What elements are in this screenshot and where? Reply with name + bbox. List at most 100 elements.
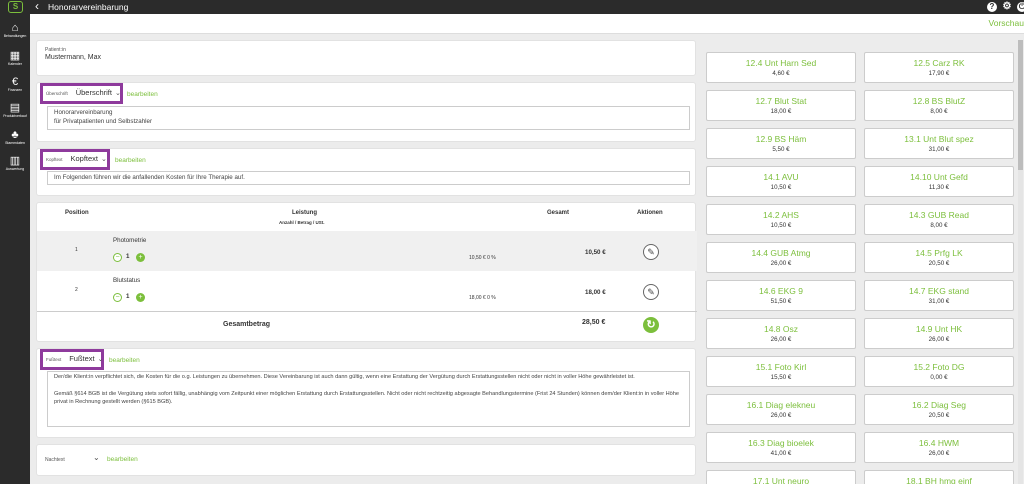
service-tile-name: 16.3 Diag bioelek <box>748 438 814 448</box>
sub-toolbar: Vorschau <box>30 14 1024 34</box>
chevron-down-icon[interactable]: ⌄ <box>93 453 100 462</box>
service-tile[interactable]: 14.1 AVU 10,50 € <box>706 166 856 197</box>
service-tile-price: 51,50 € <box>770 298 792 305</box>
service-tile-name: 18.1 BH hmg einf <box>906 476 972 484</box>
table-row: 2 Blutstatus − 1 + 18,00 € 0 % 18,00 € ✎ <box>37 271 697 311</box>
app-logo[interactable]: S <box>8 1 23 13</box>
service-tile-price: 41,00 € <box>770 450 792 457</box>
row-service-name: Photometrie <box>113 237 147 244</box>
service-tile[interactable]: 14.3 GUB Read 8,00 € <box>864 204 1014 235</box>
scrollbar[interactable] <box>1018 40 1023 484</box>
edit-icon[interactable]: ✎ <box>643 284 659 300</box>
chevron-left-icon[interactable]: ‹ <box>35 0 39 13</box>
service-tile-price: 8,00 € <box>930 108 948 115</box>
sidebar-item-behandlungen[interactable]: ⌂ Behandlungen <box>0 22 30 39</box>
top-bar: S ‹ Honorarvereinbarung ? ⚙ ⏻ <box>0 0 1024 14</box>
service-tile-price: 20,50 € <box>928 260 950 267</box>
row-service-name: Blutstatus <box>113 277 141 284</box>
positions-table: Position Leistung Anzahl / Betrag / USt.… <box>36 202 697 342</box>
col-position: Position <box>65 210 89 216</box>
service-tile[interactable]: 16.2 Diag Seg 20,50 € <box>864 394 1014 425</box>
sidebar-item-finanzen[interactable]: € Finanzen <box>0 76 30 93</box>
calendar-icon: ▦ <box>9 50 21 62</box>
divider <box>37 311 697 312</box>
service-tile[interactable]: 12.8 BS BlutZ 8,00 € <box>864 90 1014 121</box>
service-tile[interactable]: 15.1 Foto Kirl 15,50 € <box>706 356 856 387</box>
service-tile[interactable]: 17.1 Unt neuro <box>706 470 856 484</box>
service-tile[interactable]: 12.5 Carz RK 17,90 € <box>864 52 1014 83</box>
service-tile[interactable]: 16.4 HWM 26,00 € <box>864 432 1014 463</box>
service-tile-name: 12.8 BS BlutZ <box>912 96 966 106</box>
service-tile-price: 26,00 € <box>928 336 950 343</box>
help-icon[interactable]: ? <box>987 2 997 12</box>
sidebar-item-auswertung[interactable]: ▥ Auswertung <box>0 155 30 172</box>
service-tile-name: 12.4 Unt Harn Sed <box>745 58 817 68</box>
service-tile[interactable]: 14.6 EKG 9 51,50 € <box>706 280 856 311</box>
service-tile-price: 17,90 € <box>928 70 950 77</box>
service-tile-name: 14.6 EKG 9 <box>759 286 803 296</box>
edit-icon[interactable]: ✎ <box>643 244 659 260</box>
service-tile[interactable]: 15.2 Foto DG 0,00 € <box>864 356 1014 387</box>
sidebar-item-kalender[interactable]: ▦ Kalender <box>0 50 30 67</box>
header-text-edit-link[interactable]: bearbeiten <box>115 157 146 164</box>
home-icon: ⌂ <box>11 22 19 34</box>
service-tile[interactable]: 14.7 EKG stand 31,00 € <box>864 280 1014 311</box>
reset-icon[interactable]: ↻ <box>643 317 659 333</box>
plus-icon[interactable]: + <box>136 293 145 302</box>
service-tile-price: 10,50 € <box>770 222 792 229</box>
power-icon[interactable]: ⏻ <box>1017 2 1024 12</box>
trash-icon[interactable]: − <box>113 253 122 262</box>
service-tile-name: 15.1 Foto Kirl <box>755 362 807 372</box>
service-tile-price: 8,00 € <box>930 222 948 229</box>
heading-edit-link[interactable]: bearbeiten <box>127 91 158 98</box>
service-tile-name: 14.4 GUB Atmg <box>751 248 811 258</box>
heading-select[interactable]: Überschrift Überschrift ⌄ <box>40 83 123 104</box>
service-tile[interactable]: 12.4 Unt Harn Sed 4,60 € <box>706 52 856 83</box>
service-tile[interactable]: 14.5 Prfg LK 20,50 € <box>864 242 1014 273</box>
heading-card: Überschrift Überschrift ⌄ bearbeiten Hon… <box>36 82 696 142</box>
plus-icon[interactable]: + <box>136 253 145 262</box>
service-tile[interactable]: 14.9 Unt HK 26,00 € <box>864 318 1014 349</box>
chevron-down-icon: ⌄ <box>114 90 121 97</box>
service-tile[interactable]: 16.1 Diag elekneu 26,00 € <box>706 394 856 425</box>
service-tile-name: 14.10 Unt Gefd <box>910 172 968 182</box>
service-tile-name: 14.5 Prfg LK <box>915 248 963 258</box>
service-tile[interactable]: 14.4 GUB Atmg 26,00 € <box>706 242 856 273</box>
service-tile[interactable]: 16.3 Diag bioelek 41,00 € <box>706 432 856 463</box>
service-tile-name: 14.9 Unt HK <box>915 324 963 334</box>
sitemap-icon: ♣ <box>11 129 19 141</box>
service-tile-name: 14.8 Osz <box>763 324 799 334</box>
service-tile-price: 11,30 € <box>928 184 950 191</box>
service-tile-name: 12.9 BS Häm <box>755 134 807 144</box>
service-tile-name: 14.7 EKG stand <box>908 286 969 296</box>
service-tile-price: 10,50 € <box>770 184 792 191</box>
service-tile[interactable]: 13.1 Unt Blut spez 31,00 € <box>864 128 1014 159</box>
row-qty: 1 <box>126 253 130 260</box>
service-tile[interactable]: 18.1 BH hmg einf <box>864 470 1014 484</box>
row-total: 18,00 € <box>585 289 606 296</box>
service-tile-price: 31,00 € <box>928 298 950 305</box>
post-text-edit-link[interactable]: bearbeiten <box>107 456 138 463</box>
sum-label: Gesamtbetrag <box>223 321 271 328</box>
footer-text-card: Fußtext Fußtext ⌄ bearbeiten Der/die Kli… <box>36 348 696 438</box>
footer-text-edit-link[interactable]: bearbeiten <box>109 357 140 364</box>
service-tile-price: 26,00 € <box>928 450 950 457</box>
service-tile[interactable]: 14.10 Unt Gefd 11,30 € <box>864 166 1014 197</box>
sidebar-item-produktverkauf[interactable]: ▤ Produktverkauf <box>0 102 30 119</box>
service-tile[interactable]: 14.8 Osz 26,00 € <box>706 318 856 349</box>
sidebar-item-stammdaten[interactable]: ♣ Stammdaten <box>0 129 30 146</box>
service-tile[interactable]: 12.9 BS Häm 5,50 € <box>706 128 856 159</box>
service-tile-name: 17.1 Unt neuro <box>752 476 810 484</box>
footer-text-select[interactable]: Fußtext Fußtext ⌄ <box>40 349 104 370</box>
gear-icon[interactable]: ⚙ <box>1002 2 1012 12</box>
preview-button[interactable]: Vorschau <box>989 18 1024 28</box>
service-tile[interactable]: 14.2 AHS 10,50 € <box>706 204 856 235</box>
service-tile-price: 26,00 € <box>770 336 792 343</box>
trash-icon[interactable]: − <box>113 293 122 302</box>
scrollbar-thumb[interactable] <box>1018 40 1023 170</box>
service-tile[interactable]: 12.7 Blut Stat 18,00 € <box>706 90 856 121</box>
service-tile-name: 13.1 Unt Blut spez <box>904 134 974 144</box>
header-text-select[interactable]: Kopftext Kopftext ⌄ <box>40 149 110 170</box>
service-tile-name: 15.2 Foto DG <box>913 362 965 372</box>
patient-card: Patient:in Mustermann, Max <box>36 40 696 76</box>
